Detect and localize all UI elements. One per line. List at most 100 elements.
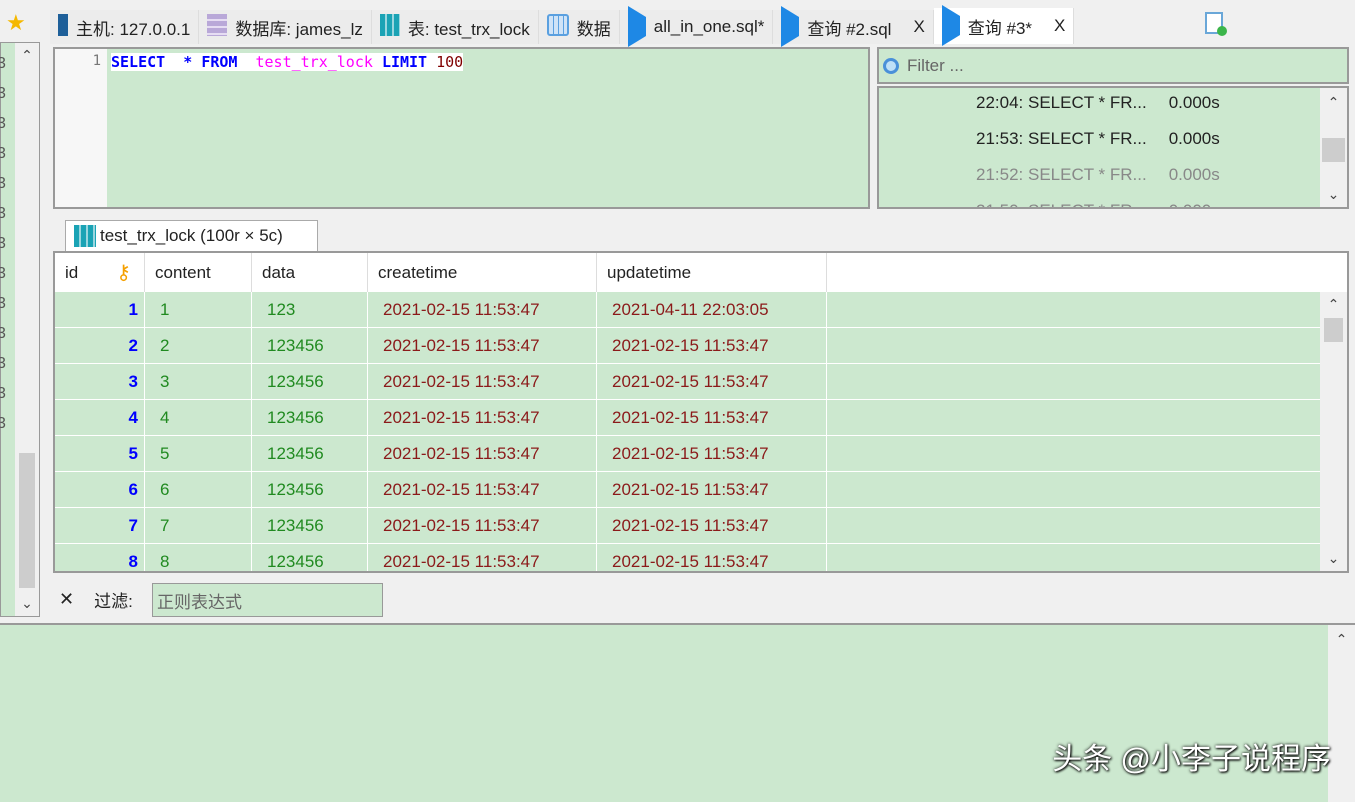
cell-data[interactable]: 123456	[252, 400, 368, 435]
cell-id[interactable]: 3	[55, 364, 145, 399]
cell-createtime[interactable]: 2021-02-15 11:53:47	[368, 544, 597, 571]
cell-id[interactable]: 8	[55, 544, 145, 571]
cell-createtime[interactable]: 2021-02-15 11:53:47	[368, 436, 597, 471]
cell-createtime[interactable]: 2021-02-15 11:53:47	[368, 508, 597, 543]
history-item[interactable]: 21:53: SELECT * FR... 0.000s	[976, 129, 1220, 149]
cell-id[interactable]: 4	[55, 400, 145, 435]
cell-data[interactable]: 123456	[252, 328, 368, 363]
tab-0[interactable]: 主机: 127.0.0.1	[50, 10, 200, 44]
table-row[interactable]: 2 2 123456 2021-02-15 11:53:47 2021-02-15 11…	[55, 328, 1320, 364]
tree-item[interactable]: 3	[0, 199, 6, 229]
cell-updatetime[interactable]: 2021-04-11 22:03:05	[597, 292, 827, 327]
grid-scrollbar[interactable]: ⌃ ⌄	[1320, 292, 1347, 571]
tree-item[interactable]: 3	[0, 79, 6, 109]
tree-item[interactable]: 3	[0, 169, 6, 199]
cell-content[interactable]: 4	[145, 400, 252, 435]
query-history-list[interactable]: 21:50: SELECT * FR...0.000s 21:52: SELECT…	[877, 86, 1349, 209]
cell-content[interactable]: 8	[145, 544, 252, 571]
table-row[interactable]: 3 3 123456 2021-02-15 11:53:47 2021-02-15 11…	[55, 364, 1320, 400]
tab-5[interactable]: 查询 #2.sql X	[773, 6, 934, 47]
table-row[interactable]: 7 7 123456 2021-02-15 11:53:47 2021-02-15 11…	[55, 508, 1320, 544]
table-row[interactable]: 4 4 123456 2021-02-15 11:53:47 2021-02-15 11…	[55, 400, 1320, 436]
cell-updatetime[interactable]: 2021-02-15 11:53:47	[597, 364, 827, 399]
cell-createtime[interactable]: 2021-02-15 11:53:47	[368, 400, 597, 435]
server-icon	[58, 13, 68, 41]
search-icon	[883, 57, 899, 74]
cell-updatetime[interactable]: 2021-02-15 11:53:47	[597, 436, 827, 471]
tree-item[interactable]: 3	[0, 109, 6, 139]
close-tab-icon[interactable]: X	[1054, 16, 1065, 36]
tree-item[interactable]: 3	[0, 259, 6, 289]
cell-data[interactable]: 123456	[252, 436, 368, 471]
tab-4[interactable]: all_in_one.sql*	[619, 6, 774, 47]
history-item[interactable]: 21:50: SELECT * FR...0.000s	[976, 201, 1220, 207]
cell-createtime[interactable]: 2021-02-15 11:53:47	[368, 292, 597, 327]
tab-6[interactable]: 查询 #3* X	[933, 5, 1075, 46]
favorites-star-icon[interactable]: ★	[6, 10, 26, 36]
table-row[interactable]: 1 1 123 2021-02-15 11:53:47 2021-04-11 22:03…	[55, 292, 1320, 328]
tree-item[interactable]: 3	[0, 409, 6, 439]
table-row[interactable]: 6 6 123456 2021-02-15 11:53:47 2021-02-15 11…	[55, 472, 1320, 508]
cell-data[interactable]: 123456	[252, 364, 368, 399]
cell-id[interactable]: 6	[55, 472, 145, 507]
cell-content[interactable]: 2	[145, 328, 252, 363]
cell-content[interactable]: 5	[145, 436, 252, 471]
new-query-icon[interactable]	[1205, 12, 1227, 36]
table-icon	[74, 225, 96, 247]
tab-label: 数据库: james_lz	[235, 19, 363, 39]
cell-content[interactable]: 7	[145, 508, 252, 543]
filter-regex-input[interactable]: 正则表达式	[152, 583, 383, 617]
table-row[interactable]: 8 8 123456 2021-02-15 11:53:47 2021-02-15 11…	[55, 544, 1320, 571]
cell-content[interactable]: 1	[145, 292, 252, 327]
tree-item[interactable]: 3	[0, 229, 6, 259]
cell-id[interactable]: 5	[55, 436, 145, 471]
play-icon	[781, 6, 800, 47]
column-header-data[interactable]: data	[252, 253, 368, 292]
history-scrollbar[interactable]: ⌃ ⌄	[1320, 88, 1347, 207]
cell-createtime[interactable]: 2021-02-15 11:53:47	[368, 364, 597, 399]
tree-scrollbar[interactable]: ⌃ ⌄	[15, 43, 39, 616]
history-item[interactable]: 22:04: SELECT * FR... 0.000s	[976, 93, 1220, 113]
cell-updatetime[interactable]: 2021-02-15 11:53:47	[597, 328, 827, 363]
cell-id[interactable]: 2	[55, 328, 145, 363]
sql-editor[interactable]: 1 SELECT * FROM test_trx_lock LIMIT 100	[53, 47, 870, 209]
cell-data[interactable]: 123456	[252, 544, 368, 571]
cell-updatetime[interactable]: 2021-02-15 11:53:47	[597, 544, 827, 571]
cell-updatetime[interactable]: 2021-02-15 11:53:47	[597, 400, 827, 435]
tab-label: 查询 #3*	[967, 18, 1033, 38]
close-filter-button[interactable]: ✕	[59, 589, 74, 610]
tree-item[interactable]: 3	[0, 49, 6, 79]
cell-createtime[interactable]: 2021-02-15 11:53:47	[368, 328, 597, 363]
cell-createtime[interactable]: 2021-02-15 11:53:47	[368, 472, 597, 507]
table-row[interactable]: 5 5 123456 2021-02-15 11:53:47 2021-02-15 11…	[55, 436, 1320, 472]
result-tab[interactable]: test_trx_lock (100r × 5c)	[65, 220, 318, 251]
cell-data[interactable]: 123	[252, 292, 368, 327]
history-item[interactable]: 21:52: SELECT * FR... 0.000s	[976, 165, 1220, 185]
tab-1[interactable]: 数据库: james_lz	[199, 10, 372, 44]
cell-content[interactable]: 3	[145, 364, 252, 399]
cell-data[interactable]: 123456	[252, 508, 368, 543]
cell-content[interactable]: 6	[145, 472, 252, 507]
close-tab-icon[interactable]: X	[913, 17, 924, 37]
message-scrollbar[interactable]: ⌃	[1328, 625, 1355, 802]
cell-id[interactable]: 1	[55, 292, 145, 327]
column-header-content[interactable]: content	[145, 253, 252, 292]
tree-item[interactable]: 3	[0, 289, 6, 319]
history-filter-input[interactable]: Filter ...	[877, 47, 1349, 84]
tab-2[interactable]: 表: test_trx_lock	[371, 10, 539, 44]
cell-updatetime[interactable]: 2021-02-15 11:53:47	[597, 508, 827, 543]
column-header-createtime[interactable]: createtime	[368, 253, 597, 292]
cell-updatetime[interactable]: 2021-02-15 11:53:47	[597, 472, 827, 507]
object-tree-panel[interactable]: 3333333333333 ⌃ ⌄	[0, 42, 40, 617]
cell-data[interactable]: 123456	[252, 472, 368, 507]
tab-3[interactable]: 数据	[538, 10, 620, 44]
line-number: 1	[55, 49, 107, 207]
column-header-updatetime[interactable]: updatetime	[597, 253, 827, 292]
cell-id[interactable]: 7	[55, 508, 145, 543]
tree-item[interactable]: 3	[0, 349, 6, 379]
tree-item[interactable]: 3	[0, 139, 6, 169]
column-header-id[interactable]: id ⚷	[55, 253, 145, 292]
tree-item[interactable]: 3	[0, 379, 6, 409]
result-grid[interactable]: id ⚷ content data createtime updatetime 1 1 123…	[53, 251, 1349, 573]
tree-item[interactable]: 3	[0, 319, 6, 349]
